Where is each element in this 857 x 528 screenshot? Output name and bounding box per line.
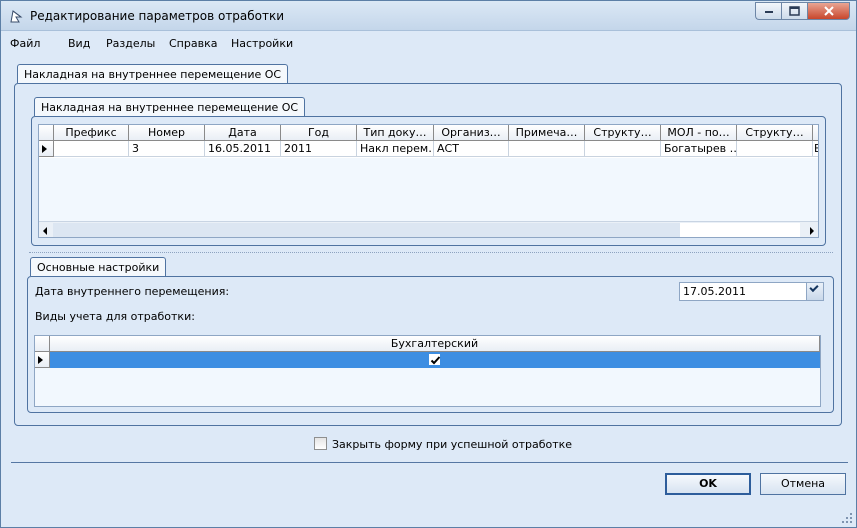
menu-file[interactable]: Файл [10, 37, 40, 50]
cell-number[interactable]: 3 [129, 141, 205, 157]
menu-sections[interactable]: Разделы [106, 37, 155, 50]
menu-view[interactable]: Вид [68, 37, 90, 50]
documents-grid-hscrollbar[interactable] [39, 221, 818, 237]
cell-structure-2[interactable] [737, 141, 813, 157]
close-on-success-label[interactable]: Закрыть форму при успешной отработке [332, 438, 572, 451]
minimize-icon[interactable] [755, 2, 781, 20]
cell-year[interactable]: 2011 [281, 141, 357, 157]
col-number[interactable]: Номер [129, 125, 205, 141]
app-icon [8, 8, 24, 24]
col-structure-2[interactable]: Структу… [737, 125, 813, 141]
header-selector [39, 125, 54, 141]
cell-structure-1[interactable] [585, 141, 661, 157]
tab-main-settings[interactable]: Основные настройки [30, 257, 167, 276]
close-icon[interactable] [807, 2, 850, 20]
ok-button[interactable]: OK [665, 473, 751, 495]
scroll-left-icon[interactable] [43, 227, 47, 235]
row-selector[interactable] [39, 141, 54, 157]
scroll-right-icon[interactable] [810, 227, 814, 235]
check-icon [430, 356, 441, 365]
button-separator [11, 462, 848, 463]
cell-note[interactable] [509, 141, 585, 157]
col-date[interactable]: Дата [205, 125, 281, 141]
accounting-grid-header: Бухгалтерский [35, 336, 820, 352]
table-row[interactable] [35, 352, 820, 368]
maximize-icon[interactable] [781, 2, 807, 20]
documents-grid[interactable]: Префикс Номер Дата Год Тип доку… Организ… [38, 124, 819, 238]
close-on-success-checkbox[interactable] [314, 437, 327, 450]
menu-help[interactable]: Справка [169, 37, 217, 50]
col-mol[interactable]: МОЛ - по… [661, 125, 737, 141]
col-note[interactable]: Примеча… [509, 125, 585, 141]
col-year[interactable]: Год [281, 125, 357, 141]
accounting-checkbox[interactable] [429, 354, 441, 365]
cell-prefix[interactable] [54, 141, 129, 157]
cell-overflow: Е [813, 141, 818, 157]
row-selector[interactable] [35, 352, 50, 368]
header-selector [35, 336, 50, 352]
menu-settings[interactable]: Настройки [231, 37, 293, 50]
col-organization[interactable]: Организ… [434, 125, 509, 141]
resize-grip-icon[interactable] [841, 512, 853, 524]
cancel-button[interactable]: Отмена [760, 473, 846, 495]
date-picker[interactable]: 17.05.2011 [679, 282, 824, 301]
date-dropdown-button[interactable] [806, 282, 823, 300]
current-row-icon [38, 356, 43, 364]
cell-doc-type[interactable]: Накл перем… [357, 141, 434, 157]
date-value: 17.05.2011 [683, 285, 746, 298]
col-structure-1[interactable]: Структу… [585, 125, 661, 141]
current-row-icon [42, 145, 47, 153]
tab-outer-document[interactable]: Накладная на внутреннее перемещение ОС [17, 64, 289, 83]
scroll-track[interactable] [680, 223, 800, 237]
chevron-down-icon [809, 282, 819, 293]
cell-mol[interactable]: Богатырев … [661, 141, 737, 157]
table-row[interactable]: 3 16.05.2011 2011 Накл перем… АСТ Богаты… [39, 141, 818, 157]
accounting-grid[interactable]: Бухгалтерский [34, 335, 821, 407]
col-doc-type[interactable]: Тип доку… [357, 125, 434, 141]
window-title: Редактирование параметров отработки [30, 9, 285, 23]
cell-date[interactable]: 16.05.2011 [205, 141, 281, 157]
dialog-window: Редактирование параметров отработки Файл… [0, 0, 857, 528]
cell-organization[interactable]: АСТ [434, 141, 509, 157]
menu-bar: Файл Вид Разделы Справка Настройки [1, 32, 856, 54]
scroll-thumb[interactable] [53, 223, 680, 237]
documents-grid-header: Префикс Номер Дата Год Тип доку… Организ… [39, 125, 818, 141]
cell-accounting-checkbox[interactable] [50, 352, 820, 368]
tab-inner-document[interactable]: Накладная на внутреннее перемещение ОС [34, 97, 306, 116]
accounting-label: Виды учета для отработки: [35, 310, 195, 323]
splitter[interactable] [29, 252, 833, 253]
col-overflow [813, 125, 818, 141]
documents-grid-empty-area [39, 158, 818, 221]
col-prefix[interactable]: Префикс [54, 125, 129, 141]
date-label: Дата внутреннего перемещения: [35, 285, 230, 298]
title-bar[interactable]: Редактирование параметров отработки [1, 1, 856, 31]
col-accounting[interactable]: Бухгалтерский [50, 336, 820, 352]
